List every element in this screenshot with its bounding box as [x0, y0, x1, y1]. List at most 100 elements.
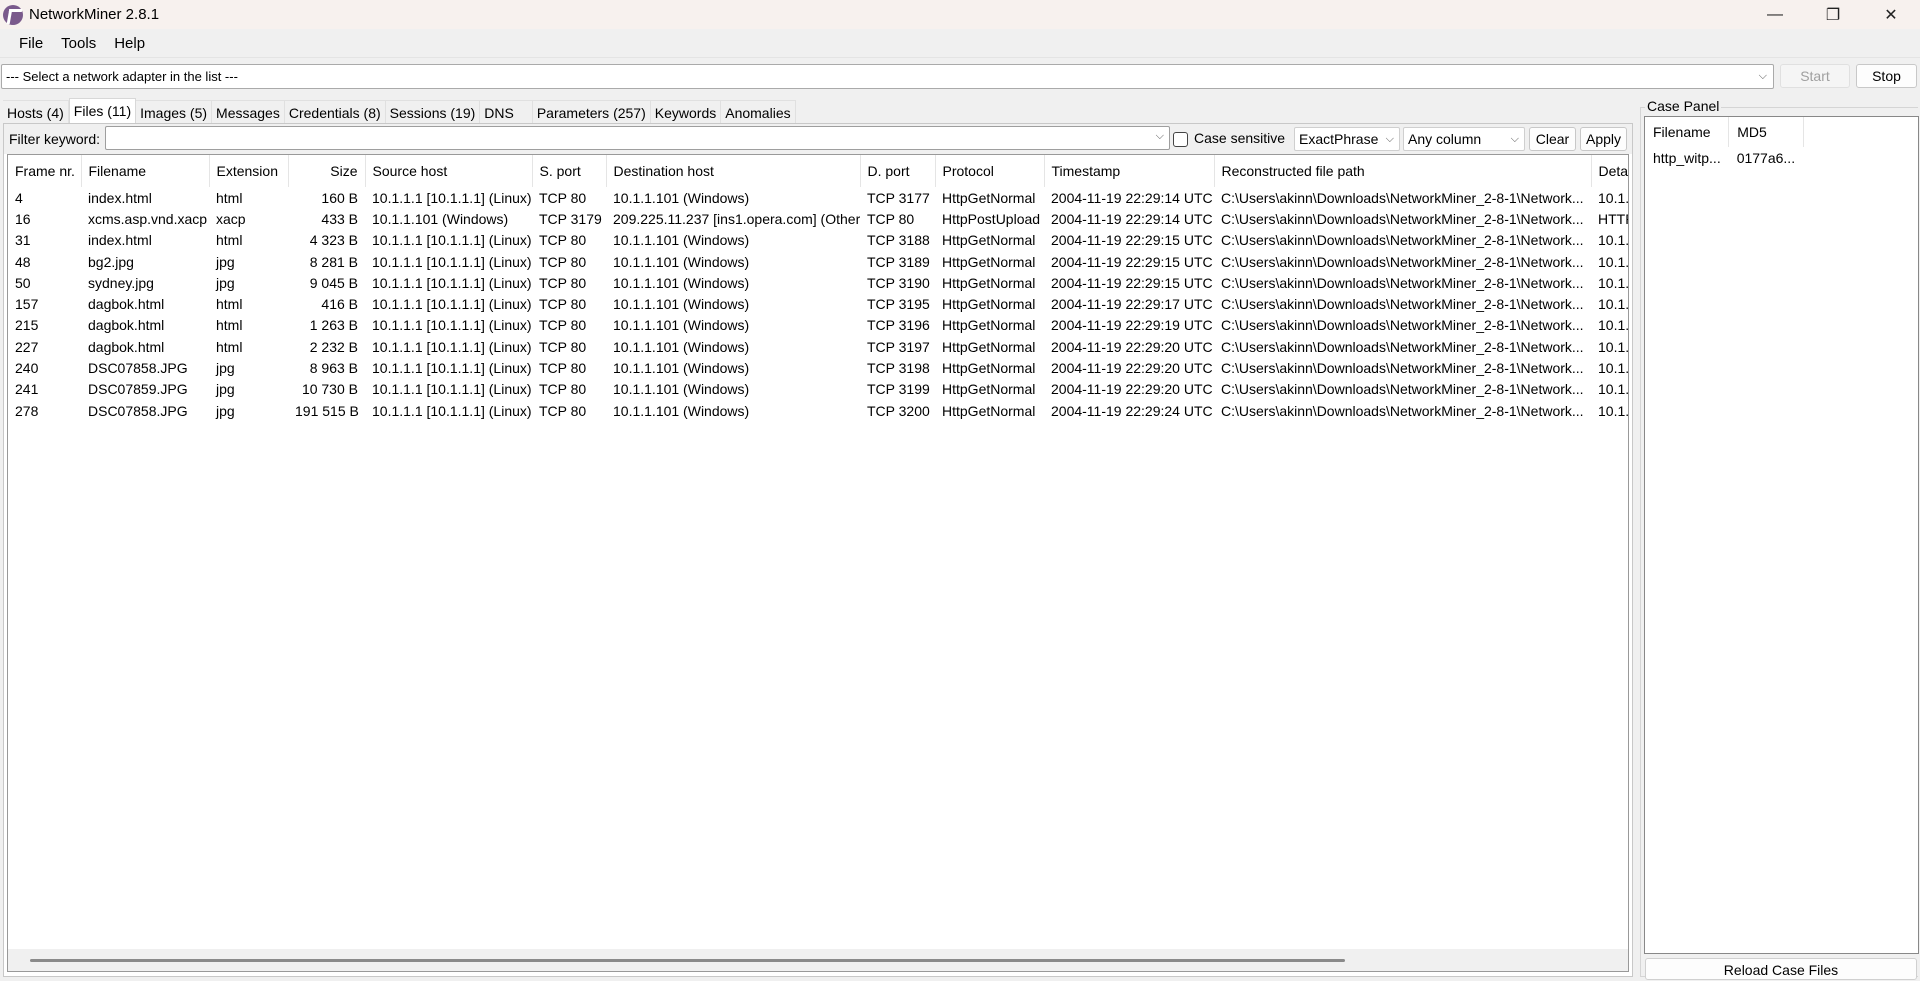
minimize-button[interactable]: — [1746, 0, 1804, 29]
menu-tools[interactable]: Tools [52, 29, 105, 58]
cell-file-path: C:\Users\akinn\Downloads\NetworkMiner_2-… [1221, 189, 1584, 206]
tab-hosts[interactable]: Hosts (4) [3, 100, 69, 124]
cell-filename: index.html [88, 189, 152, 206]
cell-extension: jpg [216, 274, 235, 291]
table-row[interactable]: 16 xcms.asp.vnd.xacp xacp 433 B 10.1.1.101 (… [8, 208, 1628, 229]
tab-sessions[interactable]: Sessions (19) [385, 100, 481, 124]
column-header-extension[interactable]: Extension [209, 155, 289, 187]
column-header-timestamp[interactable]: Timestamp [1044, 155, 1215, 187]
tab-dns[interactable]: DNS [480, 100, 533, 124]
case-header-row: Filename MD5 [1645, 117, 1804, 147]
clear-button[interactable]: Clear [1529, 127, 1576, 151]
cell-timestamp: 2004-11-19 22:29:14 UTC [1051, 210, 1213, 227]
scrollbar-thumb[interactable] [30, 959, 1345, 962]
case-panel: Case Panel Filename MD5 http_witp... 017… [1640, 98, 1920, 980]
start-button[interactable]: Start [1780, 64, 1850, 88]
cell-destination-host: 10.1.1.101 (Windows) [613, 360, 750, 377]
cell-file-path: C:\Users\akinn\Downloads\NetworkMiner_2-… [1221, 381, 1584, 398]
cell-filename: xcms.asp.vnd.xacp [88, 210, 208, 227]
cell-file-path: C:\Users\akinn\Downloads\NetworkMiner_2-… [1221, 210, 1584, 227]
filter-keyword-input[interactable]: ⌵ [105, 126, 1170, 150]
cell-frame: 16 [15, 210, 31, 227]
column-scope-select[interactable]: Any column ⌵ [1403, 127, 1525, 151]
case-file-name: http_witp... [1653, 150, 1721, 166]
cell-source-port: TCP 80 [539, 253, 587, 270]
cell-details: 10.1.1 [1598, 381, 1629, 398]
cell-source-host: 10.1.1.1 [10.1.1.1] (Linux) [372, 338, 532, 355]
column-header-size[interactable]: Size [288, 155, 366, 187]
cell-filename: DSC07859.JPG [88, 381, 188, 398]
menu-help[interactable]: Help [105, 29, 154, 58]
table-row[interactable]: 278 DSC07858.JPG jpg 191 515 B 10.1.1.1 [10.… [8, 400, 1628, 421]
cell-details: 10.1.1 [1598, 232, 1629, 249]
menu-bar: File Tools Help [0, 29, 1920, 58]
cell-extension: html [216, 296, 243, 313]
cell-timestamp: 2004-11-19 22:29:15 UTC [1051, 274, 1213, 291]
cell-file-path: C:\Users\akinn\Downloads\NetworkMiner_2-… [1221, 317, 1584, 334]
cell-destination-port: TCP 3196 [867, 317, 930, 334]
tab-parameters[interactable]: Parameters (257) [532, 100, 651, 124]
cell-frame: 241 [15, 381, 39, 398]
cell-extension: html [216, 189, 243, 206]
table-row[interactable]: 241 DSC07859.JPG jpg 10 730 B 10.1.1.1 [10.1… [8, 379, 1629, 400]
column-header-filename[interactable]: Filename [81, 155, 210, 187]
cell-details: HTTP [1598, 210, 1628, 227]
tab-messages[interactable]: Messages [212, 100, 285, 124]
stop-button[interactable]: Stop [1856, 64, 1917, 88]
column-header-source-host[interactable]: Source host [365, 155, 533, 187]
cell-destination-host: 10.1.1.101 (Windows) [613, 232, 750, 249]
restore-button[interactable]: ❐ [1804, 0, 1862, 29]
cell-timestamp: 2004-11-19 22:29:15 UTC [1051, 253, 1213, 270]
tab-images[interactable]: Images (5) [136, 100, 213, 124]
close-button[interactable]: ✕ [1862, 0, 1920, 29]
cell-destination-host: 10.1.1.101 (Windows) [613, 381, 750, 398]
table-row[interactable]: 227 dagbok.html html 2 232 B 10.1.1.1 [10.1.… [8, 336, 1628, 357]
case-sensitive-checkbox[interactable] [1173, 132, 1188, 147]
column-header-destination-host[interactable]: Destination host [606, 155, 861, 187]
case-sensitive-label: Case sensitive [1194, 130, 1286, 146]
case-file-row[interactable]: http_witp... 0177a6... [1645, 147, 1803, 169]
cell-size: 160 B [321, 189, 358, 206]
column-header-protocol[interactable]: Protocol [935, 155, 1045, 187]
cell-frame: 240 [15, 360, 39, 377]
table-row[interactable]: 50 sydney.jpg jpg 9 045 B 10.1.1.1 [10.1.1.1… [8, 272, 1628, 293]
menu-file[interactable]: File [10, 29, 52, 58]
column-header-source-port[interactable]: S. port [532, 155, 607, 187]
cell-timestamp: 2004-11-19 22:29:24 UTC [1051, 402, 1213, 419]
table-row[interactable]: 48 bg2.jpg jpg 8 281 B 10.1.1.1 [10.1.1.1] (… [8, 251, 1628, 272]
cell-protocol: HttpGetNormal [942, 338, 1036, 355]
cell-source-host: 10.1.1.1 [10.1.1.1] (Linux) [372, 189, 532, 206]
cell-destination-host: 10.1.1.101 (Windows) [613, 189, 750, 206]
case-column-md5[interactable]: MD5 [1728, 117, 1804, 147]
files-table-body: 4 index.html html 160 B 10.1.1.1 [10.1.1.1] … [8, 187, 1629, 421]
tab-anomalies[interactable]: Anomalies [721, 100, 796, 124]
horizontal-scrollbar[interactable] [8, 949, 1628, 971]
table-row[interactable]: 31 index.html html 4 323 B 10.1.1.1 [10.1.1.… [8, 230, 1629, 251]
column-header-details[interactable]: Details [1591, 155, 1628, 187]
column-header-destination-port[interactable]: D. port [860, 155, 936, 187]
cell-destination-host: 10.1.1.101 (Windows) [613, 338, 750, 355]
cell-source-port: TCP 80 [539, 189, 587, 206]
cell-size: 10 730 B [301, 381, 358, 398]
cell-source-host: 10.1.1.101 (Windows) [372, 210, 509, 227]
tab-files[interactable]: Files (11) [68, 98, 137, 124]
tab-keywords[interactable]: Keywords [650, 100, 722, 124]
cell-destination-port: TCP 3195 [867, 296, 930, 313]
apply-button[interactable]: Apply [1580, 127, 1627, 151]
case-column-filename[interactable]: Filename [1645, 117, 1730, 147]
cell-details: 10.1.1 [1598, 189, 1629, 206]
column-scope-value: Any column [1408, 131, 1482, 147]
table-row[interactable]: 4 index.html html 160 B 10.1.1.1 [10.1.1.1] … [8, 187, 1629, 208]
cell-source-port: TCP 80 [539, 338, 587, 355]
column-header-file-path[interactable]: Reconstructed file path [1214, 155, 1592, 187]
cell-destination-port: TCP 3188 [867, 232, 930, 249]
column-header-frame[interactable]: Frame nr. [8, 155, 82, 187]
cell-filename: bg2.jpg [88, 253, 134, 270]
table-row[interactable]: 215 dagbok.html html 1 263 B 10.1.1.1 [10.1.… [8, 315, 1628, 336]
chevron-down-icon[interactable]: ⌵ [1156, 130, 1164, 143]
network-adapter-select[interactable]: --- Select a network adapter in the list… [1, 64, 1774, 89]
match-mode-select[interactable]: ExactPhrase ⌵ [1294, 127, 1400, 151]
table-row[interactable]: 157 dagbok.html html 416 B 10.1.1.1 [10.1.1.… [8, 293, 1628, 314]
table-row[interactable]: 240 DSC07858.JPG jpg 8 963 B 10.1.1.1 [10.1.… [8, 357, 1628, 378]
tab-credentials[interactable]: Credentials (8) [284, 100, 386, 124]
